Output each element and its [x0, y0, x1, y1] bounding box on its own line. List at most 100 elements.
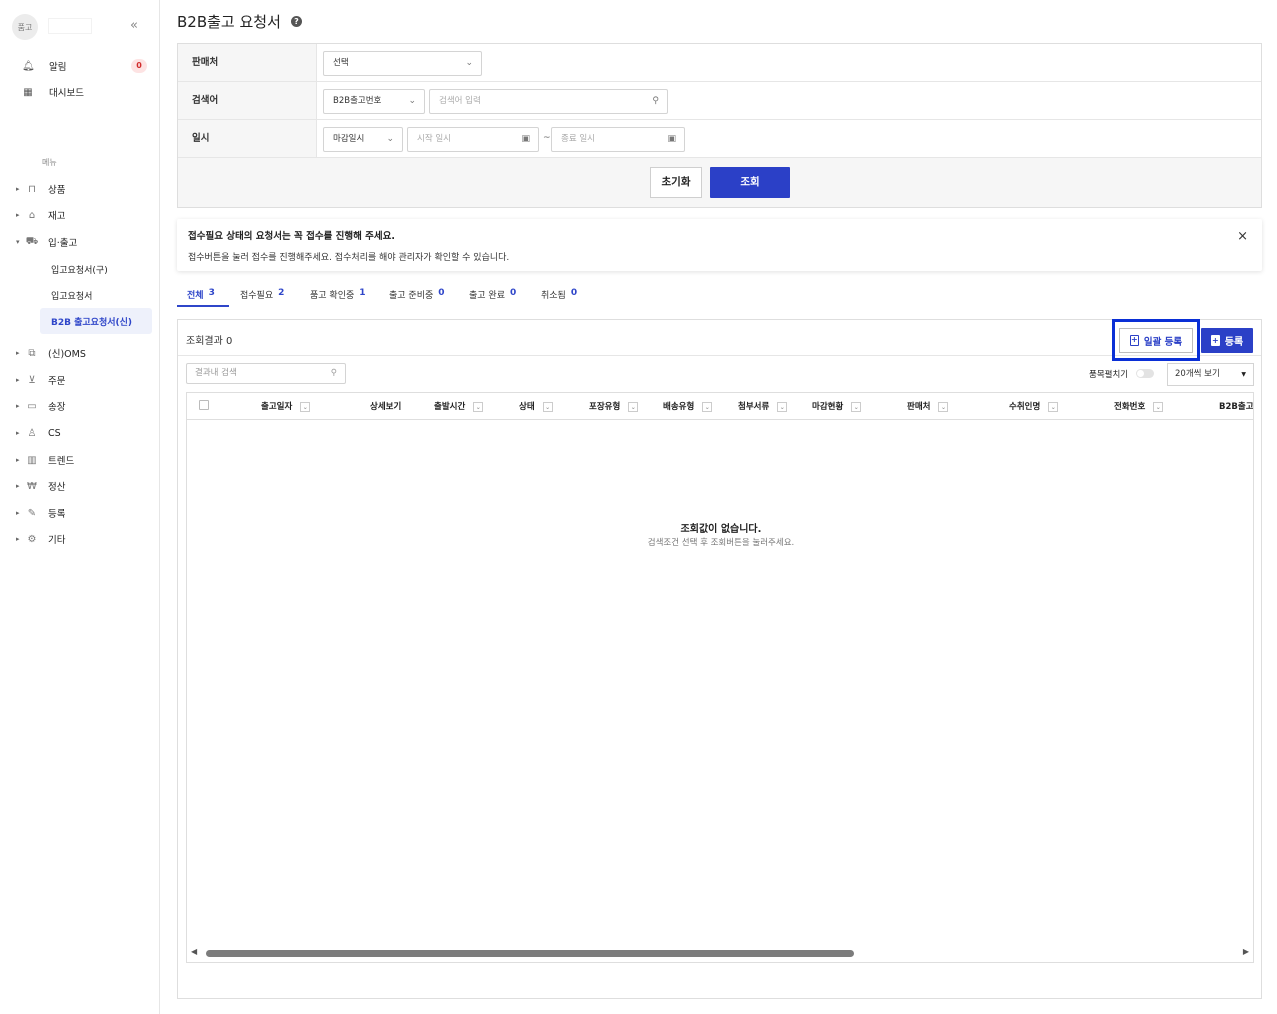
sidebar-item-invoice[interactable]: ▸ ▭ 송장	[16, 398, 65, 414]
caret-right-icon: ▸	[16, 349, 20, 357]
horizontal-scrollbar[interactable]: ◀ ▶	[189, 947, 1251, 959]
keyword-input[interactable]: 검색어 입력 ⚲	[429, 89, 668, 114]
filter-dropdown-icon[interactable]: ⌄	[702, 401, 713, 412]
collapse-sidebar-icon[interactable]: «	[130, 18, 138, 33]
caret-right-icon: ▸	[16, 509, 20, 517]
column-header[interactable]: 출고일자 ⌄	[261, 400, 311, 412]
column-header[interactable]: 전화번호 ⌄	[1114, 400, 1164, 412]
sidebar-item-orders[interactable]: ▸ ⊻ 주문	[16, 372, 65, 388]
empty-state-title: 조회값이 없습니다.	[680, 524, 762, 535]
sidebar-item-cs[interactable]: ▸ ♙ CS	[16, 425, 61, 441]
sidebar-item-dashboard[interactable]: ▦ 대시보드	[22, 84, 84, 100]
filter-dropdown-icon[interactable]: ⌄	[1153, 401, 1164, 412]
start-date-placeholder: 시작 일시	[417, 134, 451, 144]
sidebar-item-etc[interactable]: ▸ ⚙ 기타	[16, 531, 65, 547]
notice-line-1: 접수필요 상태의 요청서는 꼭 접수를 진행해 주세요.	[188, 231, 395, 242]
calendar-icon: ▣	[667, 134, 676, 144]
tab-cancelled[interactable]: 취소됨 0	[541, 283, 577, 307]
end-date-placeholder: 종료 일시	[561, 134, 595, 144]
column-header[interactable]: 판매처 ⌄	[907, 400, 949, 412]
sidebar-item-oms[interactable]: ▸ ⧉ (신)OMS	[16, 345, 86, 361]
sidebar-item-trend[interactable]: ▸ ▥ 트렌드	[16, 452, 74, 468]
result-search-input[interactable]: 결과내 검색 ⚲	[186, 363, 346, 384]
filter-panel: 판매처 선택 ⌄ 검색어 B2B출고번호 ⌄ 검색어 입력 ⚲ 일시 마감일시 …	[177, 43, 1262, 208]
results-header: 조회결과 0 + 일괄 등록 + 등록	[178, 319, 1261, 361]
caret-down-icon: ▾	[16, 238, 20, 246]
won-icon: ₩	[27, 480, 37, 492]
tab-preparing[interactable]: 출고 준비중 0	[389, 283, 445, 307]
page-title: B2B출고 요청서 ?	[177, 11, 302, 32]
tab-all[interactable]: 전체 3	[177, 283, 229, 307]
column-header: B2B출고	[1219, 400, 1253, 412]
date-type-select[interactable]: 마감일시 ⌄	[323, 127, 403, 152]
sidebar-item-label: 상품	[48, 185, 66, 196]
search-icon: ⚲	[330, 368, 337, 378]
filter-dropdown-icon[interactable]: ⌄	[1048, 401, 1059, 412]
help-icon[interactable]: ?	[290, 16, 302, 27]
sidebar-item-label: 송장	[48, 402, 66, 413]
tab-label: 취소됨	[541, 291, 566, 301]
search-button[interactable]: 조회	[710, 167, 790, 198]
brand-name-box	[48, 18, 92, 34]
gear-icon: ⚙	[27, 533, 37, 545]
reset-button[interactable]: 초기화	[650, 167, 702, 198]
sidebar-item-register[interactable]: ▸ ✎ 등록	[16, 505, 65, 521]
brand-avatar[interactable]: 품고	[12, 14, 38, 40]
sidebar-item-inbound-outbound[interactable]: ▾ ⛟ 입·출고	[16, 234, 77, 250]
filter-dropdown-icon[interactable]: ⌄	[851, 401, 862, 412]
scroll-right-icon[interactable]: ▶	[1243, 947, 1249, 956]
filter-dropdown-icon[interactable]: ⌄	[473, 401, 484, 412]
close-icon[interactable]: ×	[1237, 229, 1248, 244]
tab-checking[interactable]: 품고 확인중 1	[310, 283, 366, 307]
column-header[interactable]: 수취인명 ⌄	[1009, 400, 1059, 412]
register-label: 등록	[1224, 337, 1244, 348]
sidebar-item-label: 대시보드	[49, 88, 84, 99]
expand-items-toggle[interactable]	[1136, 369, 1154, 378]
sidebar-item-notifications[interactable]: 🔔︎ 알림	[22, 58, 66, 74]
sidebar-item-label: 재고	[48, 211, 66, 222]
caret-right-icon: ▸	[16, 376, 20, 384]
keyword-type-select[interactable]: B2B출고번호 ⌄	[323, 89, 425, 114]
filter-dropdown-icon[interactable]: ⌄	[938, 401, 949, 412]
oms-icon: ⧉	[28, 347, 36, 359]
sidebar-subitem-inbound-request[interactable]: 입고요청서	[51, 287, 92, 303]
column-header[interactable]: 상태 ⌄	[519, 400, 553, 412]
filter-row-keyword: 검색어 B2B출고번호 ⌄ 검색어 입력 ⚲	[178, 82, 1261, 120]
column-label: 배송유형	[663, 402, 695, 412]
start-date-input[interactable]: 시작 일시 ▣	[407, 127, 539, 152]
register-button[interactable]: + 등록	[1201, 328, 1253, 353]
select-all-checkbox[interactable]	[199, 400, 209, 410]
sidebar-item-products[interactable]: ▸ ⊓ 상품	[16, 181, 65, 197]
tab-label: 출고 준비중	[389, 291, 434, 301]
tab-label: 출고 완료	[469, 291, 505, 301]
caret-right-icon: ▸	[16, 402, 20, 410]
filter-dropdown-icon[interactable]: ⌄	[300, 401, 311, 412]
column-header[interactable]: 배송유형 ⌄	[663, 400, 713, 412]
calendar-icon: ▣	[521, 134, 530, 144]
scroll-left-icon[interactable]: ◀	[191, 947, 197, 956]
column-header[interactable]: 마감현황 ⌄	[812, 400, 862, 412]
column-header[interactable]: 포장유형 ⌄	[589, 400, 639, 412]
column-header[interactable]: 첨부서류 ⌄	[738, 400, 788, 412]
tab-count: 0	[509, 288, 517, 298]
bag-icon: ⊓	[28, 183, 36, 195]
end-date-input[interactable]: 종료 일시 ▣	[551, 127, 685, 152]
notice-line-2: 접수버튼을 눌러 접수를 진행해주세요. 접수처리를 해야 관리자가 확인할 수…	[188, 253, 510, 263]
tab-needs-acceptance[interactable]: 접수필요 2	[240, 283, 284, 307]
sidebar-subitem-inbound-request-old[interactable]: 입고요청서(구)	[51, 261, 108, 277]
scrollbar-thumb[interactable]	[206, 950, 854, 957]
filter-dropdown-icon[interactable]: ⌄	[628, 401, 639, 412]
sidebar-item-settlement[interactable]: ▸ ₩ 정산	[16, 478, 65, 494]
filter-dropdown-icon[interactable]: ⌄	[542, 401, 553, 412]
sidebar-item-inventory[interactable]: ▸ ⌂ 재고	[16, 207, 65, 223]
sidebar-item-label: 정산	[48, 482, 66, 493]
column-header[interactable]: 출발시간 ⌄	[434, 400, 484, 412]
page-size-select[interactable]: 20개씩 보기 ▼	[1167, 363, 1254, 386]
column-label: 전화번호	[1114, 402, 1146, 412]
filter-dropdown-icon[interactable]: ⌄	[777, 401, 788, 412]
column-label: 상세보기	[370, 402, 402, 412]
tab-completed[interactable]: 출고 완료 0	[469, 283, 516, 307]
seller-select[interactable]: 선택 ⌄	[323, 51, 482, 76]
tab-label: 전체	[187, 291, 204, 301]
sidebar-subitem-b2b-outbound[interactable]: B2B 출고요청서(신)	[51, 313, 132, 329]
